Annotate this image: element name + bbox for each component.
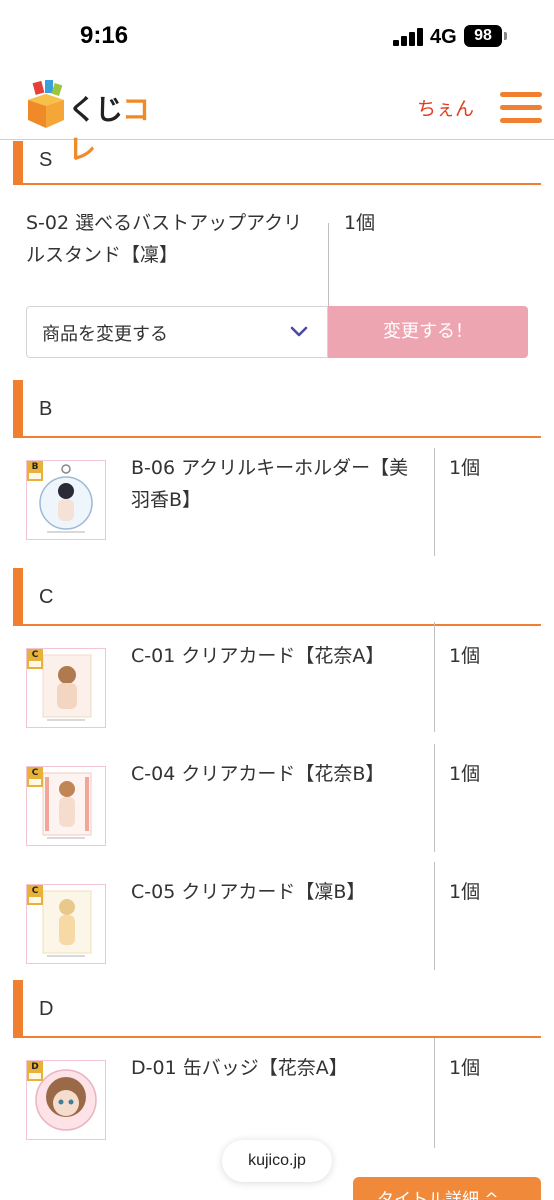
network-type: 4G <box>430 26 457 48</box>
chevron-up-icon: ^ <box>479 1190 499 1200</box>
battery-icon: 98 <box>464 25 502 47</box>
item-thumbnail: D <box>26 1060 106 1140</box>
item-quantity: 1個 <box>449 881 481 903</box>
change-button[interactable]: 変更する！ <box>328 306 528 358</box>
item-divider <box>434 622 435 732</box>
list-item: S-02 選べるバストアップアクリルスタンド【凜】 1個 <box>0 185 554 327</box>
change-item-row: 商品を変更する 変更する！ <box>26 306 528 358</box>
list-item: C C-05 クリアカード【凜B】 1個 <box>0 862 554 980</box>
list-item: C C-04 クリアカード【花奈B】 1個 <box>0 744 554 862</box>
list-item: B B-06 アクリルキーホルダー【美羽香B】 1個 <box>0 438 554 568</box>
item-name: B-06 アクリルキーホルダー【美羽香B】 <box>131 457 409 511</box>
item-quantity: 1個 <box>449 763 481 785</box>
item-name: C-05 クリアカード【凜B】 <box>131 881 366 903</box>
section-label: B <box>39 398 53 420</box>
item-name: S-02 選べるバストアップアクリルスタンド【凜】 <box>26 212 303 266</box>
title-detail-label: タイトル詳細 <box>377 1190 479 1200</box>
item-quantity: 1個 <box>449 1057 481 1079</box>
status-bar: 9:16 4G 98 <box>0 0 554 72</box>
browser-url-pill[interactable]: kujico.jp <box>222 1140 332 1182</box>
hamburger-menu-button[interactable] <box>500 92 542 124</box>
item-quantity: 1個 <box>449 645 481 667</box>
list-item: C C-01 クリアカード【花奈A】 1個 <box>0 622 554 744</box>
site-header: くじコレ ちぇん <box>0 72 554 166</box>
prize-badge: C <box>27 767 43 787</box>
item-name: C-04 クリアカード【花奈B】 <box>131 763 385 785</box>
item-thumbnail: C <box>26 766 106 846</box>
section-header-d: D <box>13 980 541 1038</box>
prize-badge: B <box>27 461 43 481</box>
chevron-down-icon <box>290 326 308 337</box>
item-divider <box>434 1038 435 1148</box>
section-header-c: C <box>13 568 541 626</box>
gift-box-logo-icon <box>28 80 64 128</box>
item-divider <box>434 744 435 852</box>
prize-list-continued: B B B-06 アクリルキーホルダー【美羽香B】 1個 C C C-01 クリ… <box>0 380 554 1148</box>
cellular-signal-icon <box>393 28 423 46</box>
item-thumbnail: C <box>26 884 106 964</box>
item-quantity: 1個 <box>344 212 376 234</box>
item-select[interactable]: 商品を変更する <box>26 306 328 358</box>
section-label: C <box>39 586 54 608</box>
section-header-s: S <box>13 141 541 185</box>
user-name-link[interactable]: ちぇん <box>417 94 474 121</box>
prize-badge: D <box>27 1061 43 1081</box>
section-label: D <box>39 998 54 1020</box>
logo-text-main: くじ <box>68 93 123 126</box>
item-thumbnail: C <box>26 648 106 728</box>
section-header-b: B <box>13 380 541 438</box>
status-time: 9:16 <box>80 22 129 49</box>
section-label: S <box>39 149 53 171</box>
item-divider <box>434 448 435 556</box>
list-item: D D-01 缶バッジ【花奈A】 1個 <box>0 1038 554 1148</box>
item-divider <box>434 862 435 970</box>
item-name: C-01 クリアカード【花奈A】 <box>131 645 385 667</box>
title-detail-button[interactable]: タイトル詳細 ^ <box>353 1177 541 1200</box>
prize-badge: C <box>27 885 43 905</box>
battery-level: 98 <box>474 27 492 44</box>
battery-tip <box>504 32 507 40</box>
site-logo[interactable]: くじコレ <box>26 80 166 166</box>
item-name: D-01 缶バッジ【花奈A】 <box>131 1057 348 1079</box>
select-value: 商品を変更する <box>42 324 168 345</box>
prize-list: S S-02 選べるバストアップアクリルスタンド【凜】 1個 <box>0 141 554 327</box>
item-quantity: 1個 <box>449 457 481 479</box>
prize-badge: C <box>27 649 43 669</box>
item-thumbnail: B <box>26 460 106 540</box>
